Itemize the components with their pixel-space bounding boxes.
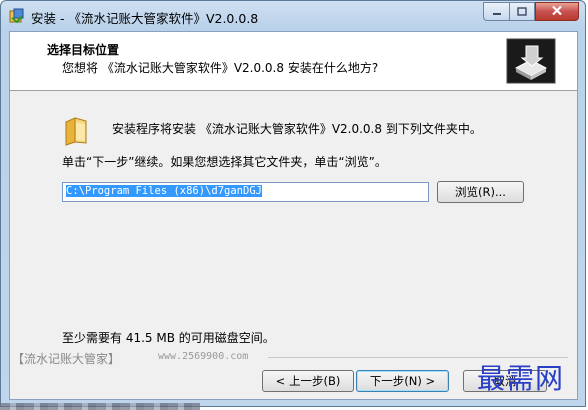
watermark-text: 最需网 [477, 362, 565, 395]
close-icon [551, 5, 563, 19]
caption-buttons [483, 2, 579, 22]
installer-window: 安装 - 《流水记账大管家软件》V2.0.0.8 选择目标位置 您想将 《流水记… [0, 0, 586, 407]
folder-icon [62, 116, 90, 146]
browse-button[interactable]: 浏览(R)... [437, 181, 524, 203]
next-button[interactable]: 下一步(N) > [356, 370, 449, 392]
instruction-text: 单击“下一步”继续。如果您想选择其它文件夹，单击“浏览”。 [62, 155, 387, 169]
maximize-button[interactable] [509, 2, 535, 21]
minimize-icon [492, 5, 502, 19]
install-info-text: 安装程序将安装 《流水记账大管家软件》V2.0.0.8 到下列文件夹中。 [112, 122, 482, 136]
wizard-page: 选择目标位置 您想将 《流水记账大管家软件》V2.0.0.8 安装在什么地方? … [9, 31, 578, 400]
selected-path-text: C:\Program Files (x86)\d7ganDGJ [66, 185, 262, 197]
brand-url: www.2569900.com [158, 351, 249, 362]
destination-path-input[interactable]: C:\Program Files (x86)\d7ganDGJ [62, 182, 429, 202]
setup-box-icon [506, 38, 556, 84]
title-bar[interactable]: 安装 - 《流水记账大管家软件》V2.0.0.8 [1, 1, 585, 31]
page-subtitle: 您想将 《流水记账大管家软件》V2.0.0.8 安装在什么地方? [62, 61, 379, 75]
page-title: 选择目标位置 [47, 43, 120, 57]
minimize-button[interactable] [483, 2, 509, 21]
wizard-header: 选择目标位置 您想将 《流水记账大管家软件》V2.0.0.8 安装在什么地方? [10, 32, 577, 91]
disk-space-text: 至少需要有 41.5 MB 的可用磁盘空间。 [62, 331, 275, 345]
back-button[interactable]: < 上一步(B) [262, 370, 354, 392]
brand-name: 【流水记账大管家】 [12, 352, 121, 366]
close-button[interactable] [535, 2, 579, 21]
window-title: 安装 - 《流水记账大管家软件》V2.0.0.8 [31, 11, 259, 26]
taskbar-fragment [0, 403, 200, 410]
installer-icon [9, 8, 25, 24]
maximize-icon [517, 5, 527, 19]
